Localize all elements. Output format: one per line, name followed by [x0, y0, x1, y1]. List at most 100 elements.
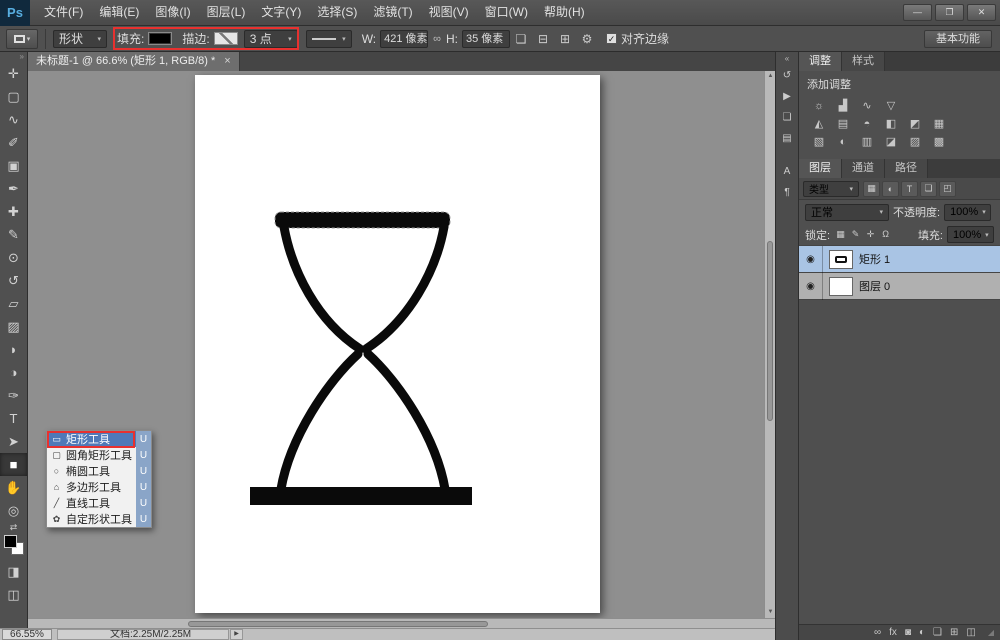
vibrance-icon[interactable]: ◭: [807, 116, 831, 131]
layer-row-rectangle-1[interactable]: ◉ 矩形 1: [799, 245, 1000, 273]
crop-tool[interactable]: ▣: [0, 154, 27, 177]
swap-colors-icon[interactable]: ⇄: [0, 522, 27, 533]
scroll-up-icon[interactable]: ▲: [765, 71, 775, 82]
layer-name[interactable]: 图层 0: [859, 278, 890, 294]
filter-shape-layers-icon[interactable]: ❏: [920, 180, 937, 197]
visibility-toggle[interactable]: ◉: [799, 245, 823, 273]
black-white-icon[interactable]: ◧: [879, 116, 903, 131]
eraser-tool[interactable]: ▱: [0, 292, 27, 315]
menu-layer[interactable]: 图层(L): [199, 0, 254, 25]
menu-select[interactable]: 选择(S): [309, 0, 365, 25]
lock-pixels-icon[interactable]: ✎: [849, 229, 862, 240]
photo-filter-icon[interactable]: ◩: [903, 116, 927, 131]
marquee-tool[interactable]: ▢: [0, 85, 27, 108]
lock-all-icon[interactable]: Ω: [879, 229, 892, 240]
delete-layer-icon[interactable]: ◫: [966, 627, 975, 638]
eyedropper-tool[interactable]: ✒: [0, 177, 27, 200]
lasso-tool[interactable]: ∿: [0, 108, 27, 131]
close-icon[interactable]: ×: [224, 52, 230, 71]
width-field[interactable]: 421 像素: [380, 29, 429, 48]
restore-button[interactable]: ❐: [935, 4, 964, 21]
opacity-select[interactable]: 100% ▾: [944, 203, 992, 221]
gradient-map-icon[interactable]: ▨: [903, 134, 927, 149]
channel-mixer-icon[interactable]: ▦: [927, 116, 951, 131]
levels-icon[interactable]: ▟: [831, 98, 855, 113]
filter-kind-select[interactable]: 类型 ▾: [803, 180, 859, 197]
path-alignment-icon[interactable]: ⊟: [532, 29, 554, 49]
close-button[interactable]: ✕: [967, 4, 996, 21]
zoom-tool[interactable]: ◎: [0, 499, 27, 522]
menu-type[interactable]: 文字(Y): [253, 0, 309, 25]
gradient-tool[interactable]: ▨: [0, 315, 27, 338]
filter-pixel-layers-icon[interactable]: ▦: [863, 180, 880, 197]
align-edges-checkbox[interactable]: ✓: [605, 33, 617, 44]
stroke-width-select[interactable]: 3 点 ▾: [243, 29, 298, 48]
path-selection-tool[interactable]: ➤: [0, 430, 27, 453]
flyout-rounded-rectangle-tool[interactable]: ▢ 圆角矩形工具 U: [47, 447, 151, 463]
menu-help[interactable]: 帮助(H): [536, 0, 593, 25]
tab-layers[interactable]: 图层: [799, 159, 842, 178]
type-tool[interactable]: T: [0, 407, 27, 430]
color-balance-icon[interactable]: ◓: [855, 116, 879, 131]
layer-group-icon[interactable]: ❏: [933, 627, 942, 638]
layer-thumbnail[interactable]: [829, 249, 853, 269]
tab-styles[interactable]: 样式: [842, 52, 885, 71]
menu-window[interactable]: 窗口(W): [477, 0, 536, 25]
layer-effects-icon[interactable]: fx: [889, 627, 897, 638]
flyout-rectangle-tool[interactable]: ▭ 矩形工具 U: [47, 431, 151, 447]
path-arrange-icon[interactable]: ⊞: [554, 29, 576, 49]
healing-brush-tool[interactable]: ✚: [0, 200, 27, 223]
filter-adjustment-layers-icon[interactable]: ◐: [882, 180, 899, 197]
hand-tool[interactable]: ✋: [0, 476, 27, 499]
move-tool[interactable]: ✛: [0, 62, 27, 85]
document-tab[interactable]: 未标题-1 @ 66.6% (矩形 1, RGB/8) * ×: [28, 52, 240, 71]
filter-type-layers-icon[interactable]: T: [901, 180, 918, 197]
scroll-down-icon[interactable]: ▼: [765, 607, 775, 618]
posterize-icon[interactable]: ▥: [855, 134, 879, 149]
threshold-icon[interactable]: ◪: [879, 134, 903, 149]
menu-edit[interactable]: 编辑(E): [91, 0, 147, 25]
resize-grip-icon[interactable]: ◢: [988, 628, 994, 637]
filter-smart-objects-icon[interactable]: ◰: [939, 180, 956, 197]
document-canvas[interactable]: [195, 75, 600, 613]
fill-swatch[interactable]: [148, 32, 173, 45]
blur-tool[interactable]: ◗: [0, 338, 27, 361]
paragraph-panel-icon[interactable]: ¶: [776, 182, 798, 203]
layer-row-layer-0[interactable]: ◉ 图层 0: [799, 272, 1000, 300]
clone-source-panel-icon[interactable]: ❏: [776, 107, 798, 128]
layer-fill-select[interactable]: 100% ▾: [947, 226, 994, 243]
stroke-style-select[interactable]: ▾: [305, 29, 352, 48]
tab-channels[interactable]: 通道: [842, 159, 885, 178]
menu-filter[interactable]: 滤镜(T): [365, 0, 420, 25]
menu-view[interactable]: 视图(V): [421, 0, 477, 25]
gear-icon[interactable]: ⚙: [576, 29, 598, 49]
selective-color-icon[interactable]: ▩: [927, 134, 951, 149]
exposure-icon[interactable]: ▽: [879, 98, 903, 113]
adjustment-layer-icon[interactable]: ◐: [919, 627, 925, 638]
flyout-line-tool[interactable]: ╱ 直线工具 U: [47, 495, 151, 511]
lock-transparency-icon[interactable]: ▦: [834, 229, 847, 240]
visibility-toggle[interactable]: ◉: [799, 272, 823, 300]
flyout-ellipse-tool[interactable]: ○ 椭圆工具 U: [47, 463, 151, 479]
workspace-switcher-button[interactable]: 基本功能: [924, 29, 992, 48]
hue-saturation-icon[interactable]: ▤: [831, 116, 855, 131]
clone-stamp-tool[interactable]: ⊙: [0, 246, 27, 269]
foreground-color-swatch[interactable]: [4, 535, 17, 548]
tool-mode-select[interactable]: 形状 ▾: [53, 29, 107, 48]
tools-collapse-button[interactable]: »: [0, 52, 27, 62]
flyout-custom-shape-tool[interactable]: ✿ 自定形状工具 U: [47, 511, 151, 527]
quick-mask-button[interactable]: ◨: [0, 560, 27, 583]
color-lookup-icon[interactable]: ▧: [807, 134, 831, 149]
layer-mask-icon[interactable]: ◙: [905, 627, 911, 638]
character-panel-icon[interactable]: A: [776, 161, 798, 182]
canvas-area[interactable]: ▲ ▼: [28, 71, 775, 618]
history-brush-tool[interactable]: ↺: [0, 269, 27, 292]
status-menu-arrow-icon[interactable]: ▶: [230, 629, 243, 640]
layer-thumbnail[interactable]: [829, 276, 853, 296]
brightness-contrast-icon[interactable]: ☼: [807, 98, 831, 113]
actions-panel-icon[interactable]: ▶: [776, 86, 798, 107]
brush-tool[interactable]: ✎: [0, 223, 27, 246]
menu-image[interactable]: 图像(I): [147, 0, 198, 25]
height-field[interactable]: 35 像素: [461, 29, 510, 48]
minimize-button[interactable]: —: [903, 4, 932, 21]
